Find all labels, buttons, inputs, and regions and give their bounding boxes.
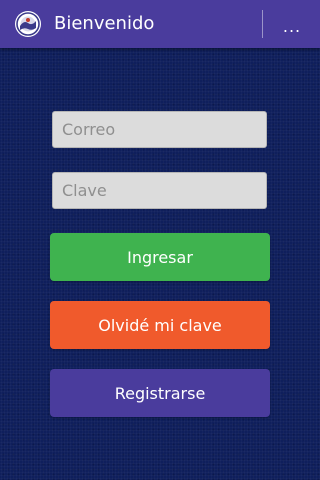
password-field[interactable] xyxy=(52,172,267,209)
email-field[interactable] xyxy=(52,111,267,148)
forgot-password-button[interactable]: Olvidé mi clave xyxy=(50,301,270,349)
app-logo-icon[interactable] xyxy=(14,10,42,38)
register-button[interactable]: Registrarse xyxy=(50,369,270,417)
overflow-menu-button[interactable]: ... xyxy=(264,0,320,48)
action-bar-divider xyxy=(262,10,263,38)
login-screen: Bienvenido ... Ingresar Olvidé mi clave … xyxy=(0,0,320,480)
action-bar: Bienvenido ... xyxy=(0,0,320,48)
login-button[interactable]: Ingresar xyxy=(50,233,270,281)
app-title: Bienvenido xyxy=(54,13,155,34)
